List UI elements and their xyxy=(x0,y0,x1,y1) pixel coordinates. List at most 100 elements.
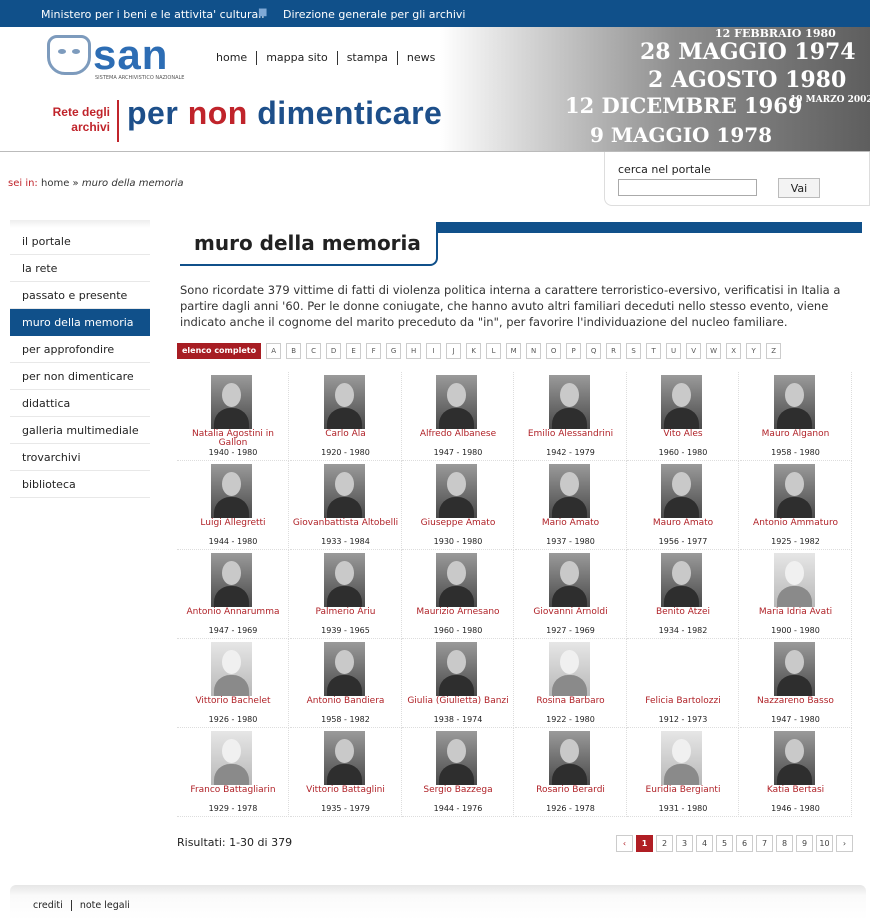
letter-t-button[interactable]: T xyxy=(646,343,662,359)
victim-name-link[interactable]: Maria Idria Avati xyxy=(740,608,852,617)
victim-photo[interactable] xyxy=(436,553,477,607)
victim-photo[interactable] xyxy=(661,553,702,607)
letter-b-button[interactable]: B xyxy=(286,343,302,359)
victim-card[interactable]: Palmerio Ariu 1939 - 1965 xyxy=(289,550,402,639)
victim-photo[interactable] xyxy=(548,464,590,518)
victim-name-link[interactable]: Katia Bertasi xyxy=(740,786,852,795)
victim-card[interactable]: Nazzareno Basso 1947 - 1980 xyxy=(739,639,852,728)
victim-photo[interactable] xyxy=(436,731,477,785)
letter-r-button[interactable]: R xyxy=(606,343,622,359)
victim-name-link[interactable]: Euridia Bergianti xyxy=(627,786,739,795)
victim-card[interactable]: Felicia Bartolozzi 1912 - 1973 xyxy=(627,639,739,728)
victim-card[interactable]: Antonio Annarumma 1947 - 1969 xyxy=(177,550,289,639)
letter-n-button[interactable]: N xyxy=(526,343,542,359)
victim-name-link[interactable]: Mauro Alganon xyxy=(740,430,852,439)
victim-name-link[interactable]: Vito Ales xyxy=(627,430,739,439)
victim-card[interactable]: Giovanbattista Altobelli 1933 - 1984 xyxy=(289,461,402,550)
page-8-button[interactable]: 8 xyxy=(776,835,793,852)
sidebar-item-trovarchivi[interactable]: trovarchivi xyxy=(10,444,150,471)
victim-card[interactable]: Giuseppe Amato 1930 - 1980 xyxy=(402,461,514,550)
letter-c-button[interactable]: C xyxy=(306,343,322,359)
letter-i-button[interactable]: I xyxy=(426,343,442,359)
letter-k-button[interactable]: K xyxy=(466,343,482,359)
victim-photo[interactable] xyxy=(211,642,252,696)
victim-card[interactable]: Vittorio Bachelet 1926 - 1980 xyxy=(177,639,289,728)
victim-card[interactable]: Luigi Allegretti 1944 - 1980 xyxy=(177,461,289,550)
victim-name-link[interactable]: Luigi Allegretti xyxy=(177,519,289,528)
letter-z-button[interactable]: Z xyxy=(766,343,782,359)
letter-a-button[interactable]: A xyxy=(266,343,282,359)
victim-photo[interactable] xyxy=(211,553,252,607)
per-non-dimenticare-title[interactable]: per non dimenticare xyxy=(127,95,442,132)
victim-card[interactable]: Rosina Barbaro 1922 - 1980 xyxy=(514,639,627,728)
victim-name-link[interactable]: Giovanbattista Altobelli xyxy=(290,519,402,528)
letter-f-button[interactable]: F xyxy=(366,343,382,359)
page-2-button[interactable]: 2 xyxy=(656,835,673,852)
victim-card[interactable]: Giulia (Giulietta) Banzi 1938 - 1974 xyxy=(402,639,514,728)
victim-card[interactable]: Mauro Amato 1956 - 1977 xyxy=(627,461,739,550)
page-7-button[interactable]: 7 xyxy=(756,835,773,852)
sidebar-item-per-non-dimenticare[interactable]: per non dimenticare xyxy=(10,363,150,390)
victim-photo[interactable] xyxy=(323,731,365,785)
victim-name-link[interactable]: Giulia (Giulietta) Banzi xyxy=(402,697,514,706)
ministry-link[interactable]: Ministero per i beni e le attivita' cult… xyxy=(41,8,264,21)
victim-name-link[interactable]: Giuseppe Amato xyxy=(402,519,514,528)
victim-photo[interactable] xyxy=(661,464,702,518)
victim-name-link[interactable]: Palmerio Ariu xyxy=(290,608,402,617)
victim-name-link[interactable]: Sergio Bazzega xyxy=(402,786,514,795)
san-logo[interactable]: san SISTEMA ARCHIVISTICO NAZIONALE xyxy=(47,31,187,85)
victim-name-link[interactable]: Franco Battagliarin xyxy=(177,786,289,795)
victim-card[interactable]: Emilio Alessandrini 1942 - 1979 xyxy=(514,372,627,461)
full-list-button[interactable]: elenco completo xyxy=(177,343,262,359)
victim-photo[interactable] xyxy=(773,553,815,607)
victim-photo[interactable] xyxy=(661,731,702,785)
victim-photo[interactable] xyxy=(773,642,815,696)
victim-card[interactable]: Vito Ales 1960 - 1980 xyxy=(627,372,739,461)
letter-h-button[interactable]: H xyxy=(406,343,422,359)
victim-name-link[interactable]: Antonio Annarumma xyxy=(177,608,289,617)
letter-o-button[interactable]: O xyxy=(546,343,562,359)
sidebar-item-didattica[interactable]: didattica xyxy=(10,390,150,417)
victim-name-link[interactable]: Antonio Bandiera xyxy=(290,697,402,706)
victim-photo[interactable] xyxy=(323,375,365,429)
victim-card[interactable]: Mario Amato 1937 - 1980 xyxy=(514,461,627,550)
victim-name-link[interactable]: Benito Atzei xyxy=(627,608,739,617)
footer-link-note-legali[interactable]: note legali xyxy=(70,900,138,911)
victim-card[interactable]: Antonio Ammaturo 1925 - 1982 xyxy=(739,461,852,550)
victim-photo[interactable] xyxy=(323,642,365,696)
footer-link-crediti[interactable]: crediti xyxy=(33,900,71,911)
letter-m-button[interactable]: M xyxy=(506,343,522,359)
victim-name-link[interactable]: Mario Amato xyxy=(515,519,627,528)
page-1-button[interactable]: 1 xyxy=(636,835,653,852)
next-page-button[interactable]: › xyxy=(836,835,853,852)
victim-photo[interactable] xyxy=(211,375,252,429)
victim-photo[interactable] xyxy=(436,375,477,429)
victim-photo[interactable] xyxy=(773,731,815,785)
victim-name-link[interactable]: Emilio Alessandrini xyxy=(515,430,627,439)
nav-home[interactable]: home xyxy=(216,51,256,65)
page-3-button[interactable]: 3 xyxy=(676,835,693,852)
victim-name-link[interactable]: Mauro Amato xyxy=(627,519,739,528)
victim-card[interactable]: Sergio Bazzega 1944 - 1976 xyxy=(402,728,514,817)
victim-photo[interactable] xyxy=(773,375,815,429)
page-10-button[interactable]: 10 xyxy=(816,835,833,852)
breadcrumb-home[interactable]: home xyxy=(41,178,69,189)
victim-card[interactable]: Franco Battagliarin 1929 - 1978 xyxy=(177,728,289,817)
sidebar-item-il-portale[interactable]: il portale xyxy=(10,228,150,255)
letter-u-button[interactable]: U xyxy=(666,343,682,359)
victim-photo[interactable] xyxy=(661,375,702,429)
victim-card[interactable]: Natalia Agostini in Gallon 1940 - 1980 xyxy=(177,372,289,461)
letter-w-button[interactable]: W xyxy=(706,343,722,359)
letter-v-button[interactable]: V xyxy=(686,343,702,359)
nav-news[interactable]: news xyxy=(396,51,444,65)
search-input[interactable] xyxy=(618,179,757,196)
victim-name-link[interactable]: Maurizio Arnesano xyxy=(402,608,514,617)
sidebar-item-galleria-multimediale[interactable]: galleria multimediale xyxy=(10,417,150,444)
letter-s-button[interactable]: S xyxy=(626,343,642,359)
victim-card[interactable]: Rosario Berardi 1926 - 1978 xyxy=(514,728,627,817)
victim-card[interactable]: Maria Idria Avati 1900 - 1980 xyxy=(739,550,852,639)
victim-name-link[interactable]: Natalia Agostini in Gallon xyxy=(177,430,289,448)
page-9-button[interactable]: 9 xyxy=(796,835,813,852)
victim-name-link[interactable]: Antonio Ammaturo xyxy=(740,519,852,528)
victim-photo[interactable] xyxy=(548,642,590,696)
